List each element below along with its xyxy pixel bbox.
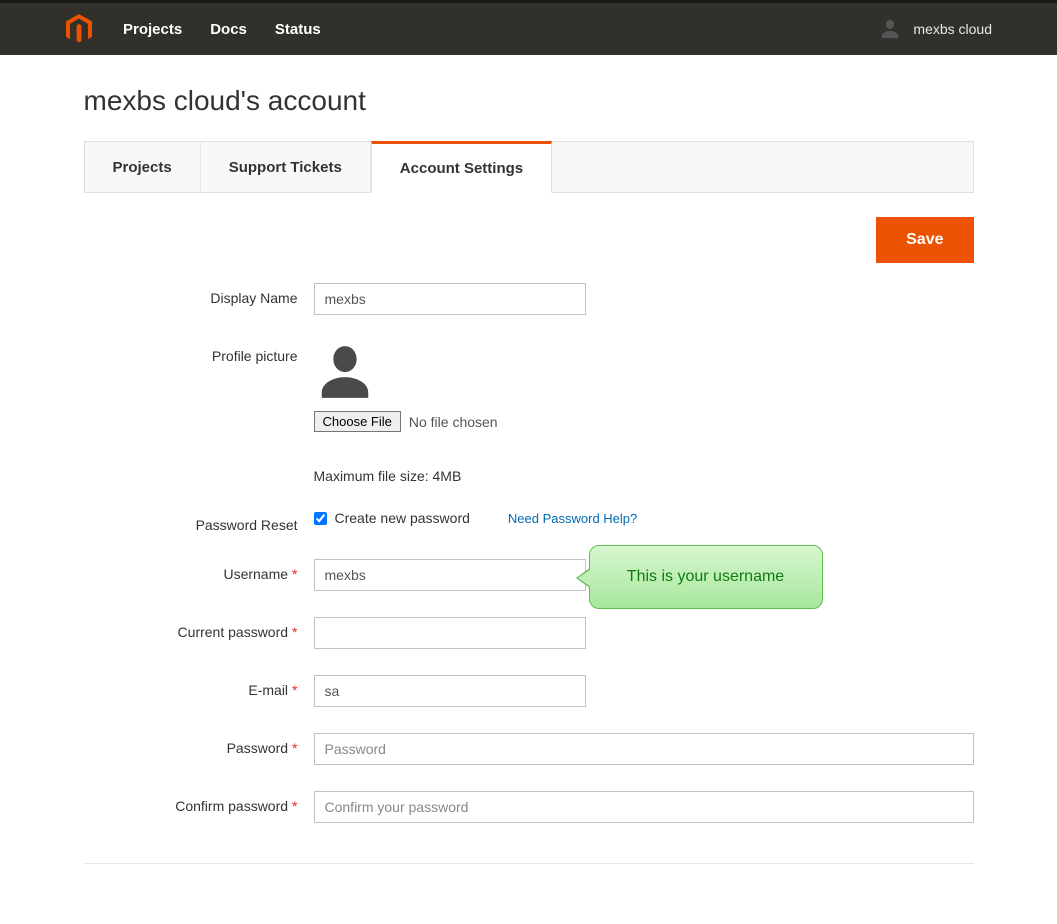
topbar: Projects Docs Status mexbs cloud: [0, 0, 1057, 55]
input-password[interactable]: [314, 733, 974, 765]
checkbox-create-new-password[interactable]: [314, 512, 327, 525]
user-menu[interactable]: mexbs cloud: [879, 18, 992, 40]
profile-picture-placeholder-icon: [314, 341, 376, 403]
label-password-reset: Password Reset: [84, 510, 314, 533]
file-status: No file chosen: [409, 414, 498, 430]
page-title: mexbs cloud's account: [84, 55, 974, 141]
row-username: Username* This is your username: [84, 559, 974, 591]
user-name: mexbs cloud: [913, 21, 992, 37]
input-username[interactable]: [314, 559, 586, 591]
nav-projects[interactable]: Projects: [123, 21, 182, 38]
row-display-name: Display Name: [84, 283, 974, 315]
tabs: Projects Support Tickets Account Setting…: [84, 141, 974, 193]
tab-support-tickets[interactable]: Support Tickets: [201, 142, 371, 192]
row-password-reset: Password Reset Create new password Need …: [84, 510, 974, 533]
label-display-name: Display Name: [84, 283, 314, 306]
label-profile-picture: Profile picture: [84, 341, 314, 364]
tab-account-settings[interactable]: Account Settings: [371, 141, 552, 193]
account-settings-form: Display Name Profile picture Choose File…: [84, 283, 974, 864]
row-current-password: Current password*: [84, 617, 974, 649]
actions-bar: Save: [84, 193, 974, 283]
row-confirm-password: Confirm password*: [84, 791, 974, 823]
label-username: Username*: [84, 559, 314, 582]
section-divider: [84, 863, 974, 864]
row-password: Password*: [84, 733, 974, 765]
username-callout: This is your username: [589, 545, 823, 609]
checkbox-label-create-new-password: Create new password: [335, 510, 470, 526]
label-confirm-password: Confirm password*: [84, 791, 314, 814]
callout-text: This is your username: [627, 568, 784, 586]
save-button[interactable]: Save: [876, 217, 973, 263]
tab-projects[interactable]: Projects: [85, 142, 201, 192]
input-email[interactable]: [314, 675, 586, 707]
row-profile-picture: Profile picture Choose File No file chos…: [84, 341, 974, 484]
choose-file-button[interactable]: Choose File: [314, 411, 401, 432]
label-password: Password*: [84, 733, 314, 756]
input-display-name[interactable]: [314, 283, 586, 315]
nav-status[interactable]: Status: [275, 21, 321, 38]
password-help-link[interactable]: Need Password Help?: [508, 511, 637, 526]
input-current-password[interactable]: [314, 617, 586, 649]
row-email: E-mail*: [84, 675, 974, 707]
label-email: E-mail*: [84, 675, 314, 698]
file-size-hint: Maximum file size: 4MB: [314, 468, 974, 484]
input-confirm-password[interactable]: [314, 791, 974, 823]
label-current-password: Current password*: [84, 617, 314, 640]
magento-logo-icon[interactable]: [65, 13, 93, 45]
nav-docs[interactable]: Docs: [210, 21, 247, 38]
avatar-icon: [879, 18, 901, 40]
primary-nav: Projects Docs Status: [123, 21, 321, 38]
